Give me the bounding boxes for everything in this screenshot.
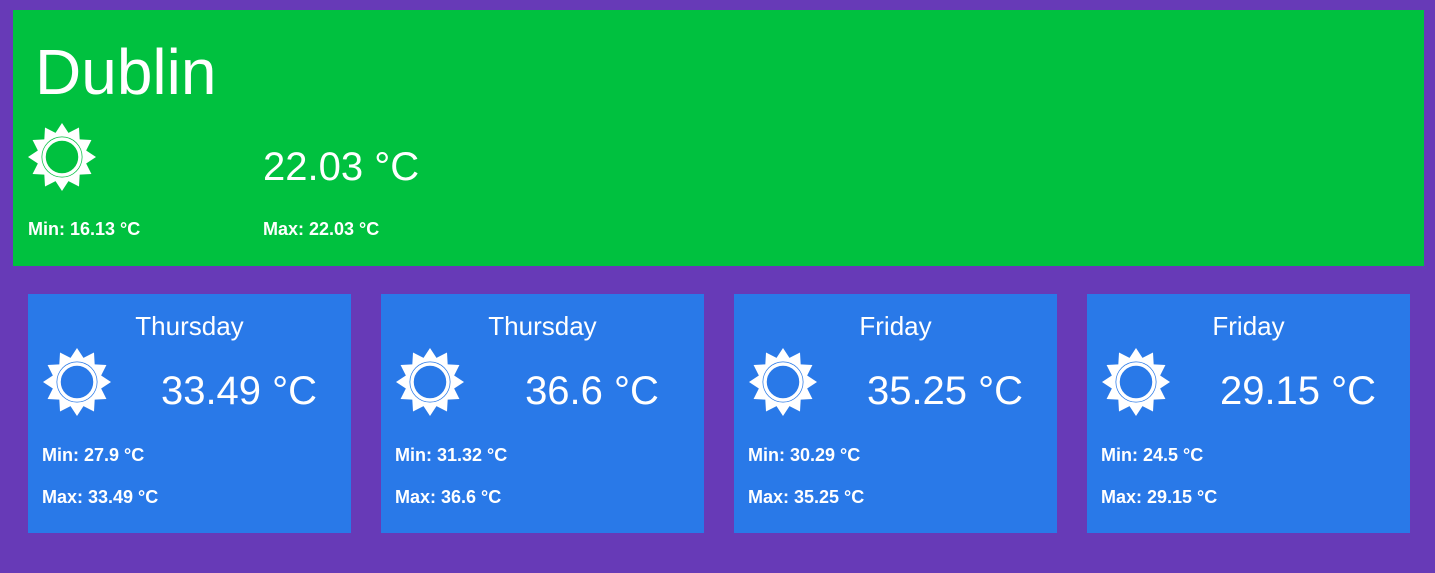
forecast-min-temperature: Min: 30.29 °C — [748, 445, 861, 465]
city-name: Dublin — [35, 36, 217, 108]
current-weather-card: Dublin 22.03 °C Min: 16.13 °C Max: 22.03… — [13, 10, 1424, 266]
sun-icon — [748, 347, 818, 417]
forecast-card: Thursday 36.6 °C Min: 31.32 °C Max: 36.6… — [381, 294, 704, 533]
forecast-max-temperature: Max: 29.15 °C — [1101, 487, 1218, 507]
sun-icon — [42, 347, 112, 417]
forecast-min-temperature: Min: 31.32 °C — [395, 445, 508, 465]
forecast-min-temperature: Min: 27.9 °C — [42, 445, 145, 465]
forecast-card: Thursday 33.49 °C Min: 27.9 °C Max: 33.4… — [28, 294, 351, 533]
sun-icon — [395, 347, 465, 417]
forecast-temperature: 35.25 °C — [866, 369, 1024, 413]
forecast-card: Friday 29.15 °C Min: 24.5 °C Max: 29.15 … — [1087, 294, 1410, 533]
current-min-temperature: Min: 16.13 °C — [28, 219, 141, 239]
forecast-card: Friday 35.25 °C Min: 30.29 °C Max: 35.25… — [734, 294, 1057, 533]
forecast-temperature: 33.49 °C — [160, 369, 318, 413]
forecast-day: Friday — [859, 311, 932, 341]
sun-icon — [1101, 347, 1171, 417]
forecast-max-temperature: Max: 36.6 °C — [395, 487, 502, 507]
forecast-temperature: 36.6 °C — [525, 369, 659, 413]
forecast-day: Thursday — [488, 311, 597, 341]
forecast-max-temperature: Max: 35.25 °C — [748, 487, 865, 507]
forecast-temperature: 29.15 °C — [1219, 369, 1377, 413]
current-max-temperature: Max: 22.03 °C — [263, 219, 380, 239]
current-temperature: 22.03 °C — [263, 145, 420, 189]
forecast-day: Friday — [1212, 311, 1285, 341]
forecast-day: Thursday — [135, 311, 244, 341]
forecast-max-temperature: Max: 33.49 °C — [42, 487, 159, 507]
sun-icon — [27, 122, 97, 192]
forecast-min-temperature: Min: 24.5 °C — [1101, 445, 1204, 465]
